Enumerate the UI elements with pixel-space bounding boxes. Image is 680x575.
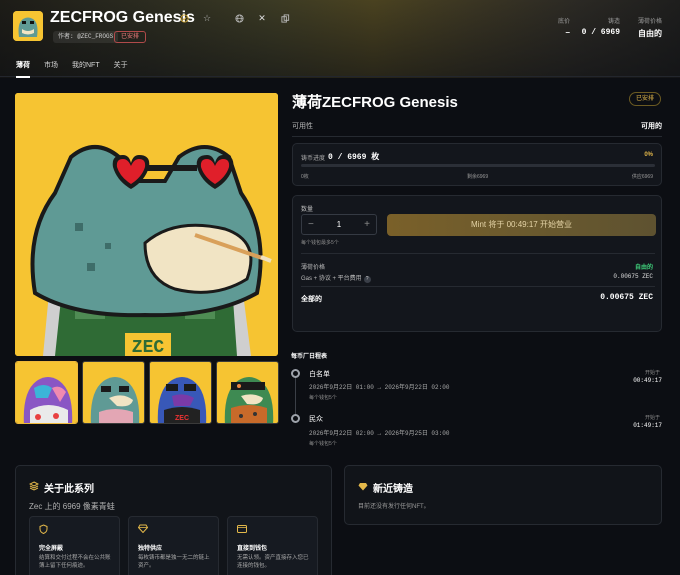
feature-title: 直接到钱包	[237, 546, 268, 552]
gas-fee-value: 0.00675 ZEC	[613, 273, 653, 280]
divider	[301, 286, 655, 287]
total-label: 全部的	[301, 296, 322, 303]
help-icon[interactable]: ?	[363, 276, 371, 283]
tab-about[interactable]: 关于	[114, 60, 128, 78]
copy-icon[interactable]	[279, 12, 291, 24]
nft-thumbnail[interactable]	[15, 361, 78, 424]
progress-total: 供应6969	[631, 174, 653, 180]
feature-desc: 每枚铸币都是独一无二的链上资产。	[138, 555, 210, 569]
recent-heading-row: 新近铸造	[358, 480, 413, 495]
mint-status-badge: 已安排	[629, 92, 662, 106]
divider	[301, 253, 655, 254]
svg-text:ZEC: ZEC	[132, 338, 165, 356]
feature-card: 完全屏蔽 结算和交付过程不会在公共账簿上留下任何痕迹。	[29, 516, 120, 575]
wallet-icon	[237, 524, 247, 535]
about-heading: 关于此系列	[44, 484, 94, 495]
author-tag[interactable]: 作者: @ZEC_FROGS	[53, 31, 119, 43]
phase-status-label: 开始于	[644, 370, 660, 376]
recent-heading: 新近铸造	[373, 484, 413, 495]
svg-text:ZEC: ZEC	[175, 415, 189, 422]
collection-title: ZECFROG Genesis	[50, 9, 195, 26]
progress-remaining: 剩余6969	[467, 174, 489, 180]
recent-mints-card: 新近铸造 目前还没有发行任何NFT。	[344, 465, 662, 525]
verified-icon	[178, 12, 190, 24]
tab-mint[interactable]: 薄荷	[16, 60, 30, 78]
feature-desc: 无需认领。资产直接存入您已连接的钱包。	[237, 555, 309, 569]
mint-action-card: 数量 − 1 + 每个钱包最多5个 Mint 将于 00:49:17 开始营业 …	[292, 195, 662, 332]
phase-note: 每个钱包5个	[309, 441, 337, 447]
shield-icon	[39, 524, 48, 536]
nft-thumbnail[interactable]: ZEC	[149, 361, 212, 424]
collection-logo[interactable]	[13, 11, 43, 41]
x-twitter-icon[interactable]: ✕	[256, 12, 268, 24]
minted-stat: 铸造 0 / 6969	[581, 19, 620, 37]
progress-label: 铸币进度	[301, 156, 326, 162]
gem-icon	[358, 482, 368, 494]
tab-bar: 薄荷 市场 我的NFT 关于	[16, 60, 128, 78]
price-label: 薄荷价格	[301, 265, 326, 271]
gas-fee-row: Gas + 协议 + 平台费用?	[301, 273, 371, 283]
about-subtitle: Zec 上的 6969 像素青蛙	[29, 502, 115, 511]
increment-button[interactable]: +	[364, 219, 370, 230]
phase-countdown: 00:49:17	[633, 377, 662, 384]
featured-nft-image: ZEC	[15, 93, 278, 356]
gas-fee-label: Gas + 协议 + 平台费用	[301, 276, 362, 282]
mint-button[interactable]: Mint 将于 00:49:17 开始营业	[387, 214, 656, 236]
progress-bar	[301, 164, 655, 167]
quantity-value[interactable]: 1	[337, 220, 341, 229]
globe-icon[interactable]	[233, 12, 245, 24]
progress-value: 0 / 6969 枚	[328, 153, 380, 162]
about-heading-row: 关于此系列	[28, 480, 94, 495]
mint-progress-card: 铸币进度 0 / 6969 枚 0% 0枚 剩余6969 供应6969	[292, 143, 662, 186]
phase-countdown: 01:49:17	[633, 422, 662, 429]
nft-thumbnail[interactable]	[82, 361, 145, 424]
feature-title: 完全屏蔽	[39, 546, 64, 552]
recent-empty-text: 目前还没有发行任何NFT。	[358, 504, 430, 510]
phase-status-label: 开始于	[644, 415, 660, 421]
progress-percent: 0%	[644, 152, 653, 158]
timeline-dot	[291, 369, 300, 378]
availability-value: 可用的	[641, 123, 662, 130]
timeline-dot	[291, 414, 300, 423]
price-value: 自由的	[634, 265, 653, 271]
decrement-button[interactable]: −	[308, 219, 314, 230]
nft-thumbnail[interactable]	[216, 361, 279, 424]
divider	[292, 136, 662, 137]
schedule-heading: 每币厂日程表	[291, 354, 328, 360]
nft-thumbnail-strip: ZEC	[15, 361, 279, 424]
quantity-stepper: − 1 +	[301, 214, 377, 235]
gem-icon	[137, 524, 149, 535]
phase-dates: 2026年9月22日 01:00 → 2026年9月22日 02:00	[309, 384, 450, 391]
phase-name: 白名单	[309, 371, 330, 378]
feature-card: 独特供应 每枚铸币都是独一无二的链上资产。	[128, 516, 219, 575]
feature-title: 独特供应	[138, 546, 163, 552]
about-collection-card: 关于此系列 Zec 上的 6969 像素青蛙 完全屏蔽 结算和交付过程不会在公共…	[15, 465, 332, 575]
wallet-limit-note: 每个钱包最多5个	[301, 240, 339, 246]
phase-dates: 2026年9月22日 02:00 → 2026年9月25日 03:00	[309, 430, 450, 437]
mint-price-stat: 薄荷价格 自由的	[637, 19, 662, 38]
availability-label: 可用性	[292, 123, 313, 130]
total-value: 0.00675 ZEC	[600, 293, 653, 302]
phase-name: 民众	[309, 416, 323, 423]
tab-market[interactable]: 市场	[44, 60, 58, 78]
star-icon[interactable]: ☆	[201, 12, 213, 24]
tab-my-nft[interactable]: 我的NFT	[72, 60, 100, 78]
floor-price-stat: 底价 –	[557, 19, 570, 37]
phase-note: 每个钱包5个	[309, 395, 337, 401]
mint-title: 薄荷ZECFROG Genesis	[292, 94, 458, 111]
feature-desc: 结算和交付过程不会在公共账簿上留下任何痕迹。	[39, 555, 111, 569]
scheduled-badge: 已安排	[114, 31, 147, 43]
quantity-label: 数量	[301, 207, 314, 213]
feature-card: 直接到钱包 无需认领。资产直接存入您已连接的钱包。	[227, 516, 318, 575]
progress-minted: 0枚	[301, 174, 309, 180]
layers-icon	[28, 481, 40, 494]
